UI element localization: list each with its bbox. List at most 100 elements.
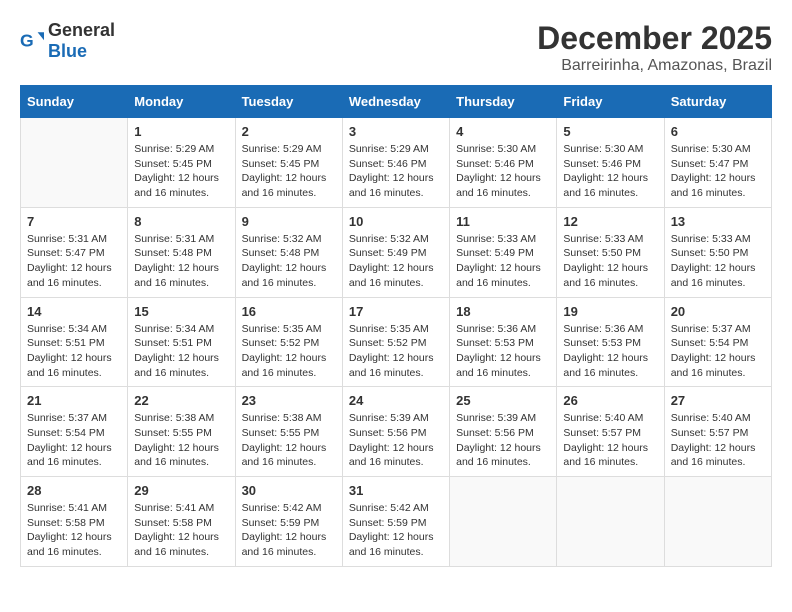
calendar-cell: [664, 477, 771, 567]
day-info: Sunrise: 5:42 AMSunset: 5:59 PMDaylight:…: [349, 501, 443, 560]
svg-text:G: G: [20, 31, 34, 51]
calendar-cell: 6 Sunrise: 5:30 AMSunset: 5:47 PMDaylight…: [664, 118, 771, 208]
weekday-header-tuesday: Tuesday: [235, 86, 342, 118]
day-number: 4: [456, 124, 550, 139]
calendar-cell: [557, 477, 664, 567]
calendar-cell: 25Sunrise: 5:39 AMSunset: 5:56 PMDayligh…: [450, 387, 557, 477]
day-info: Sunrise: 5:36 AMSunset: 5:53 PMDaylight:…: [456, 322, 550, 381]
calendar-cell: 21 Sunrise: 5:37 AMSunset: 5:54 PMDayligh…: [21, 387, 128, 477]
calendar-cell: 14 Sunrise: 5:34 AMSunset: 5:51 PMDayligh…: [21, 297, 128, 387]
day-number: 31: [349, 483, 443, 498]
calendar-cell: 19 Sunrise: 5:36 AMSunset: 5:53 PMDayligh…: [557, 297, 664, 387]
weekday-header-monday: Monday: [128, 86, 235, 118]
calendar-cell: 1 Sunrise: 5:29 AMSunset: 5:45 PMDaylight…: [128, 118, 235, 208]
day-info: Sunrise: 5:42 AMSunset: 5:59 PMDaylight:…: [242, 501, 336, 560]
calendar-cell: 22 Sunrise: 5:38 AMSunset: 5:55 PMDayligh…: [128, 387, 235, 477]
calendar-cell: 30Sunrise: 5:42 AMSunset: 5:59 PMDayligh…: [235, 477, 342, 567]
day-number: 16: [242, 304, 336, 319]
day-info: Sunrise: 5:29 AMSunset: 5:45 PMDaylight:…: [242, 142, 336, 201]
day-info: Sunrise: 5:33 AMSunset: 5:49 PMDaylight:…: [456, 232, 550, 291]
calendar-cell: 10Sunrise: 5:32 AMSunset: 5:49 PMDayligh…: [342, 207, 449, 297]
day-number: 2: [242, 124, 336, 139]
weekday-header-wednesday: Wednesday: [342, 86, 449, 118]
day-number: 17: [349, 304, 443, 319]
day-info: Sunrise: 5:41 AMSunset: 5:58 PMDaylight:…: [27, 501, 121, 560]
calendar-cell: [21, 118, 128, 208]
day-info: Sunrise: 5:37 AMSunset: 5:54 PMDaylight:…: [27, 411, 121, 470]
day-info: Sunrise: 5:31 AMSunset: 5:48 PMDaylight:…: [134, 232, 228, 291]
day-number: 5: [563, 124, 657, 139]
day-number: 24: [349, 393, 443, 408]
calendar-cell: 31 Sunrise: 5:42 AMSunset: 5:59 PMDayligh…: [342, 477, 449, 567]
day-info: Sunrise: 5:38 AMSunset: 5:55 PMDaylight:…: [134, 411, 228, 470]
day-info: Sunrise: 5:30 AMSunset: 5:47 PMDaylight:…: [671, 142, 765, 201]
day-info: Sunrise: 5:40 AMSunset: 5:57 PMDaylight:…: [671, 411, 765, 470]
calendar-week-row-5: 28 Sunrise: 5:41 AMSunset: 5:58 PMDayligh…: [21, 477, 772, 567]
calendar-cell: 12Sunrise: 5:33 AMSunset: 5:50 PMDayligh…: [557, 207, 664, 297]
month-year-title: December 2025: [537, 20, 772, 57]
day-number: 14: [27, 304, 121, 319]
calendar-cell: 5 Sunrise: 5:30 AMSunset: 5:46 PMDaylight…: [557, 118, 664, 208]
page-header: G General Blue December 2025 Barreirinha…: [20, 20, 772, 75]
calendar-week-row-1: 1 Sunrise: 5:29 AMSunset: 5:45 PMDaylight…: [21, 118, 772, 208]
day-info: Sunrise: 5:30 AMSunset: 5:46 PMDaylight:…: [563, 142, 657, 201]
day-info: Sunrise: 5:34 AMSunset: 5:51 PMDaylight:…: [27, 322, 121, 381]
day-number: 10: [349, 214, 443, 229]
calendar-cell: 8Sunrise: 5:31 AMSunset: 5:48 PMDaylight…: [128, 207, 235, 297]
day-number: 11: [456, 214, 550, 229]
logo-blue: Blue: [48, 41, 87, 61]
day-info: Sunrise: 5:40 AMSunset: 5:57 PMDaylight:…: [563, 411, 657, 470]
day-number: 3: [349, 124, 443, 139]
weekday-header-friday: Friday: [557, 86, 664, 118]
calendar-cell: 9Sunrise: 5:32 AMSunset: 5:48 PMDaylight…: [235, 207, 342, 297]
logo-general: General: [48, 20, 115, 40]
calendar-week-row-4: 21 Sunrise: 5:37 AMSunset: 5:54 PMDayligh…: [21, 387, 772, 477]
calendar-cell: 2 Sunrise: 5:29 AMSunset: 5:45 PMDaylight…: [235, 118, 342, 208]
day-info: Sunrise: 5:36 AMSunset: 5:53 PMDaylight:…: [563, 322, 657, 381]
calendar-cell: 4Sunrise: 5:30 AMSunset: 5:46 PMDaylight…: [450, 118, 557, 208]
day-number: 1: [134, 124, 228, 139]
day-info: Sunrise: 5:35 AMSunset: 5:52 PMDaylight:…: [242, 322, 336, 381]
calendar-cell: 23 Sunrise: 5:38 AMSunset: 5:55 PMDayligh…: [235, 387, 342, 477]
day-info: Sunrise: 5:41 AMSunset: 5:58 PMDaylight:…: [134, 501, 228, 560]
day-info: Sunrise: 5:32 AMSunset: 5:48 PMDaylight:…: [242, 232, 336, 291]
calendar-cell: 13Sunrise: 5:33 AMSunset: 5:50 PMDayligh…: [664, 207, 771, 297]
day-number: 27: [671, 393, 765, 408]
day-info: Sunrise: 5:29 AMSunset: 5:46 PMDaylight:…: [349, 142, 443, 201]
calendar-cell: 18 Sunrise: 5:36 AMSunset: 5:53 PMDayligh…: [450, 297, 557, 387]
day-number: 22: [134, 393, 228, 408]
day-number: 23: [242, 393, 336, 408]
logo: G General Blue: [20, 20, 115, 62]
day-number: 25: [456, 393, 550, 408]
logo-icon: G: [20, 29, 44, 53]
calendar-cell: 27 Sunrise: 5:40 AMSunset: 5:57 PMDayligh…: [664, 387, 771, 477]
calendar-cell: 29Sunrise: 5:41 AMSunset: 5:58 PMDayligh…: [128, 477, 235, 567]
day-number: 13: [671, 214, 765, 229]
calendar-cell: 7Sunrise: 5:31 AMSunset: 5:47 PMDaylight…: [21, 207, 128, 297]
calendar-cell: 15Sunrise: 5:34 AMSunset: 5:51 PMDayligh…: [128, 297, 235, 387]
calendar-cell: [450, 477, 557, 567]
calendar-week-row-2: 7Sunrise: 5:31 AMSunset: 5:47 PMDaylight…: [21, 207, 772, 297]
weekday-header-thursday: Thursday: [450, 86, 557, 118]
day-number: 18: [456, 304, 550, 319]
calendar-cell: 16 Sunrise: 5:35 AMSunset: 5:52 PMDayligh…: [235, 297, 342, 387]
weekday-header-saturday: Saturday: [664, 86, 771, 118]
day-info: Sunrise: 5:39 AMSunset: 5:56 PMDaylight:…: [349, 411, 443, 470]
location-subtitle: Barreirinha, Amazonas, Brazil: [537, 57, 772, 75]
weekday-header-row: SundayMondayTuesdayWednesdayThursdayFrid…: [21, 86, 772, 118]
day-number: 20: [671, 304, 765, 319]
day-info: Sunrise: 5:35 AMSunset: 5:52 PMDaylight:…: [349, 322, 443, 381]
calendar-table: SundayMondayTuesdayWednesdayThursdayFrid…: [20, 85, 772, 567]
day-info: Sunrise: 5:38 AMSunset: 5:55 PMDaylight:…: [242, 411, 336, 470]
day-info: Sunrise: 5:29 AMSunset: 5:45 PMDaylight:…: [134, 142, 228, 201]
day-number: 15: [134, 304, 228, 319]
day-info: Sunrise: 5:37 AMSunset: 5:54 PMDaylight:…: [671, 322, 765, 381]
day-number: 19: [563, 304, 657, 319]
calendar-cell: 20 Sunrise: 5:37 AMSunset: 5:54 PMDayligh…: [664, 297, 771, 387]
day-number: 28: [27, 483, 121, 498]
day-number: 7: [27, 214, 121, 229]
day-number: 21: [27, 393, 121, 408]
day-number: 6: [671, 124, 765, 139]
day-number: 26: [563, 393, 657, 408]
calendar-cell: 24 Sunrise: 5:39 AMSunset: 5:56 PMDayligh…: [342, 387, 449, 477]
